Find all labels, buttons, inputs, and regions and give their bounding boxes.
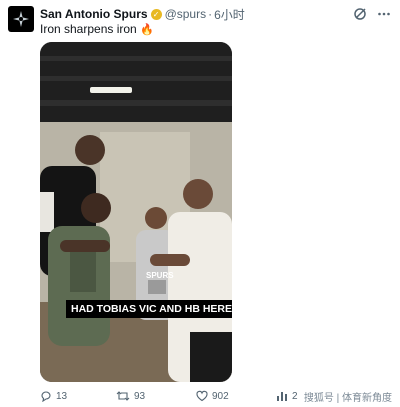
more-icon[interactable] xyxy=(376,6,392,22)
account-handle[interactable]: @spurs xyxy=(165,7,207,21)
video-media[interactable]: SPURS HAD TOBIAS VIC AND HB HERE xyxy=(40,42,232,382)
video-frame-image: SPURS xyxy=(40,42,232,382)
like-count: 902 xyxy=(212,390,229,402)
fire-emoji: 🔥 xyxy=(140,24,154,36)
account-name[interactable]: San Antonio Spurs xyxy=(40,7,148,21)
reply-button[interactable]: 13 xyxy=(40,390,67,402)
verified-badge-icon: ✓ xyxy=(150,8,162,20)
source-watermark: 搜狐号 | 体育新角度 xyxy=(303,393,392,404)
repost-button[interactable]: 93 xyxy=(116,390,145,402)
shirt-logo-text: SPURS xyxy=(146,271,174,280)
repost-count: 93 xyxy=(134,390,146,402)
like-icon xyxy=(196,390,208,402)
views-button[interactable]: 2 xyxy=(276,390,298,402)
tweet-header: San Antonio Spurs ✓ @spurs · 6小时 xyxy=(40,6,392,22)
reply-count: 13 xyxy=(56,390,68,402)
post-time[interactable]: 6小时 xyxy=(214,6,245,23)
video-caption: HAD TOBIAS VIC AND HB HERE xyxy=(66,300,232,318)
spurs-logo-icon xyxy=(13,11,29,27)
avatar[interactable] xyxy=(8,6,34,32)
tweet-body: Iron sharpens iron xyxy=(40,22,137,36)
tweet-text: Iron sharpens iron 🔥 xyxy=(40,22,154,36)
like-button[interactable]: 902 xyxy=(196,390,229,402)
repost-icon xyxy=(116,391,130,401)
reply-icon xyxy=(41,391,51,402)
grok-icon[interactable] xyxy=(352,6,368,22)
separator-dot: · xyxy=(208,7,213,21)
views-count: 2 xyxy=(292,390,298,402)
views-icon xyxy=(277,392,287,401)
